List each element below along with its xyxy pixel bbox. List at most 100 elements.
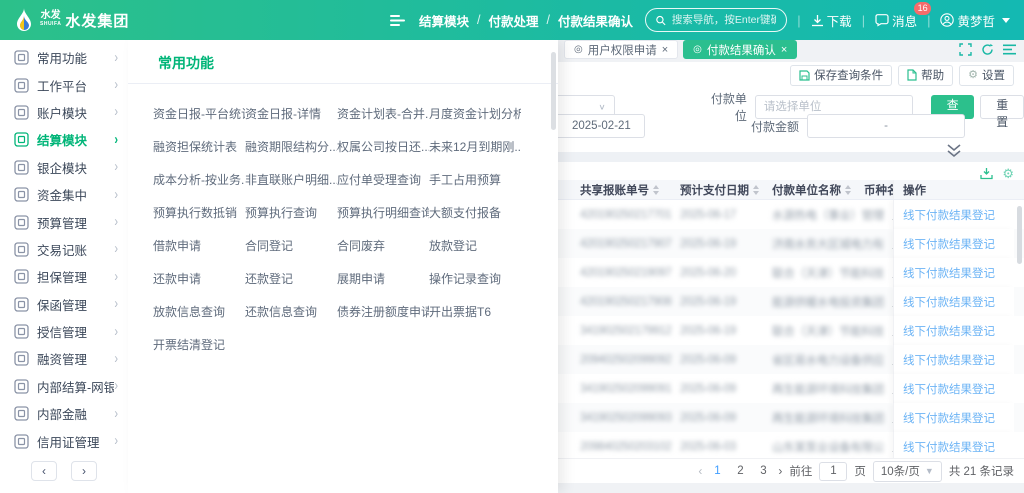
user-menu[interactable]: 黄梦哲 [940,11,1010,30]
export-icon[interactable] [980,167,993,180]
sidebar-item-letter-of-credit[interactable]: 信用证管理 › [0,427,128,454]
help-button[interactable]: 帮助 [898,65,953,86]
megamenu-link[interactable]: 资金计划表-合并... [337,98,429,131]
breadcrumb-item[interactable]: 付款结果确认 [558,11,633,30]
table-row: 209840250203102 2025-06-03 山东某泵业设备有限公 人民… [558,432,1024,458]
page-number-2[interactable]: 2 [732,465,748,477]
sort-icon[interactable] [753,185,759,195]
megamenu-link[interactable]: 预算执行数抵销 [153,197,245,230]
offline-payment-result-link[interactable]: 线下付款结果登记 [903,294,995,310]
megamenu-link[interactable]: 开票结清登记 [153,329,245,362]
settings-button[interactable]: ⚙ 设置 [959,65,1014,86]
fullscreen-icon[interactable] [959,43,972,56]
page-size-select[interactable]: 10条/页 ▼ [873,461,942,482]
expand-filters-button[interactable] [946,144,962,158]
megamenu-link[interactable]: 合同废弃 [337,230,429,263]
sidebar-item-common-functions[interactable]: 常用功能 › [0,44,128,71]
megamenu-link[interactable]: 展期申请 [337,263,429,296]
sidebar-item-work-platform[interactable]: 工作平台 › [0,71,128,98]
sidebar-item-budget-management[interactable]: 预算管理 › [0,208,128,235]
sort-icon[interactable] [653,185,659,195]
megamenu-link[interactable]: 预算执行查询 [245,197,337,230]
megamenu-link[interactable]: 非直联账户明细... [245,164,337,197]
sidebar-item-credit-management[interactable]: 授信管理 › [0,318,128,345]
download-button[interactable]: 下载 [811,11,852,30]
sidebar-item-fund-centralization[interactable]: 资金集中 › [0,181,128,208]
megamenu-link[interactable]: 还款信息查询 [245,296,337,329]
breadcrumb-item[interactable]: 结算模块 [419,11,469,30]
goto-page-input[interactable] [819,462,847,481]
table-scrollbar[interactable] [1017,206,1022,264]
offline-payment-result-link[interactable]: 线下付款结果登记 [903,236,995,252]
megamenu-link[interactable]: 放款登记 [429,230,521,263]
tab-用户权限申请[interactable]: ◎ 用户权限申请 × [564,40,678,59]
megamenu-link[interactable]: 预算执行明细查询 [337,197,429,230]
offline-payment-result-link[interactable]: 线下付款结果登记 [903,381,995,397]
megamenu-link[interactable]: 月度资金计划分析 [429,98,521,131]
megamenu-link[interactable]: 还款申请 [153,263,245,296]
megamenu-link[interactable]: 合同登记 [245,230,337,263]
offline-payment-result-link[interactable]: 线下付款结果登记 [903,352,995,368]
sidebar-item-guarantee-management[interactable]: 担保管理 › [0,263,128,290]
offline-payment-result-link[interactable]: 线下付款结果登记 [903,439,995,455]
save-query-button[interactable]: 保存查询条件 [790,65,892,86]
megamenu-link[interactable]: 借款申请 [153,230,245,263]
offline-payment-result-link[interactable]: 线下付款结果登记 [903,265,995,281]
table-settings-gear-icon[interactable]: ⚙ [1002,167,1014,180]
page-number-1[interactable]: 1 [709,465,725,477]
megamenu-link[interactable]: 放款信息查询 [153,296,245,329]
module-icon [14,269,29,284]
sidebar-next-button[interactable]: › [71,461,97,481]
tab-menu-icon[interactable] [1003,44,1016,55]
breadcrumb-separator: / [547,13,550,27]
sort-icon[interactable] [845,185,851,195]
tab-close-icon[interactable]: × [662,44,668,56]
offline-payment-result-link[interactable]: 线下付款结果登记 [903,410,995,426]
megamenu-link[interactable]: 大额支付报备 [429,197,521,230]
sidebar-item-letter-of-guarantee[interactable]: 保函管理 › [0,291,128,318]
offline-payment-result-link[interactable]: 线下付款结果登记 [903,207,995,223]
sidebar-item-financing-management[interactable]: 融资管理 › [0,345,128,372]
date-input[interactable]: 2025-02-21 [558,114,645,138]
sidebar-item-internal-finance[interactable]: 内部金融 › [0,400,128,427]
breadcrumb-item[interactable]: 付款处理 [489,11,539,30]
tab-付款结果确认[interactable]: ◎ 付款结果确认 × [683,40,797,59]
module-icon [14,324,29,339]
payment-amount-input[interactable] [807,114,965,138]
sidebar-item-settlement-module[interactable]: 结算模块 › [0,126,128,153]
page-number-3[interactable]: 3 [755,465,771,477]
sidebar-item-bank-enterprise-module[interactable]: 银企模块 › [0,154,128,181]
next-page-button[interactable]: › [778,464,782,478]
global-search[interactable] [645,8,787,32]
column-header-doc-no[interactable]: 共享报账单号 [580,182,680,198]
payment-amount-label: 付款金额 [737,118,799,135]
megamenu-link[interactable]: 资金日报-详情 [245,98,337,131]
offline-payment-result-link[interactable]: 线下付款结果登记 [903,323,995,339]
megamenu-link[interactable]: 开出票据T6 [429,296,521,329]
sidebar-item-transaction-accounting[interactable]: 交易记账 › [0,236,128,263]
search-input[interactable] [672,14,776,26]
megamenu-link[interactable]: 还款登记 [245,263,337,296]
messages-button[interactable]: 消息 16 [875,11,917,30]
sidebar-item-internal-settlement-ebank[interactable]: 内部结算-网银端 › [0,373,128,400]
megamenu-link[interactable]: 未来12月到期刚... [429,131,521,164]
tab-close-icon[interactable]: × [781,44,787,56]
filter-form: ∨ 付款单位 查询 重置 2025-02-21 付款金额 [558,88,1024,152]
megamenu-link[interactable]: 手工占用预算 [429,164,521,197]
sidebar-item-account-module[interactable]: 账户模块 › [0,99,128,126]
collapse-menu-icon[interactable] [390,14,405,27]
sidebar-prev-button[interactable]: ‹ [31,461,57,481]
megamenu-link[interactable]: 资金日报-平台统计 [153,98,245,131]
prev-page-button[interactable]: ‹ [698,464,702,478]
megamenu-link[interactable]: 权属公司按日还... [337,131,429,164]
megamenu-link[interactable]: 操作记录查询 [429,263,521,296]
megamenu-link[interactable]: 成本分析-按业务... [153,164,245,197]
megamenu-scrollbar[interactable] [551,52,556,130]
column-header-pay-date[interactable]: 预计支付日期 [680,182,772,198]
megamenu-link[interactable]: 融资担保统计表 [153,131,245,164]
megamenu-link[interactable]: 债券注册额度申请 [337,296,429,329]
megamenu-link[interactable]: 融资期限结构分... [245,131,337,164]
refresh-icon[interactable] [981,43,994,56]
column-header-unit-name[interactable]: 付款单位名称 [772,182,864,198]
megamenu-link[interactable]: 应付单受理查询 [337,164,429,197]
